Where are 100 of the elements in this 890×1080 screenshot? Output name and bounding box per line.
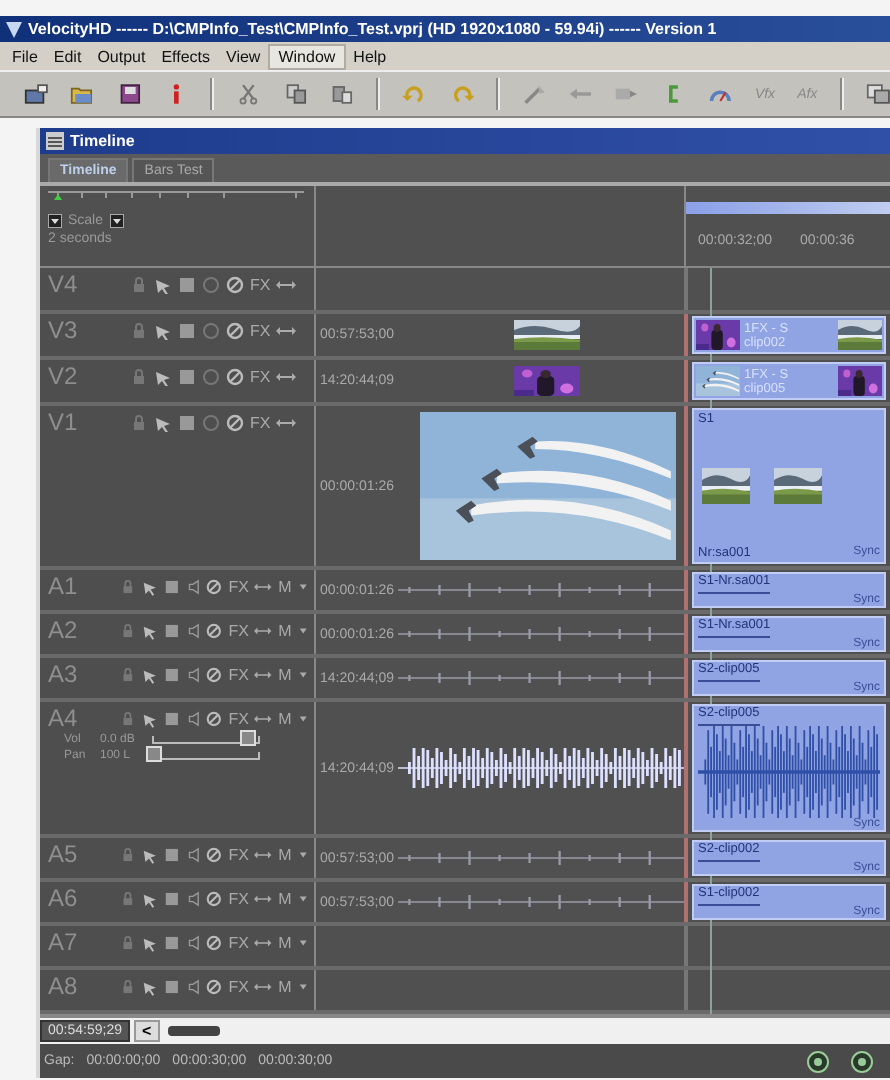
lock-icon[interactable] [120,845,136,863]
no-entry-icon[interactable] [226,321,244,339]
double-arrow-icon[interactable] [276,321,297,339]
speaker-icon[interactable] [185,665,201,683]
no-entry-icon[interactable] [206,845,223,863]
pointer-icon[interactable] [154,413,172,431]
pointer-icon[interactable] [141,933,158,951]
pointer-icon[interactable] [141,709,158,727]
lock-icon[interactable] [130,367,148,385]
fx-toggle[interactable]: FX [250,367,271,385]
lock-icon[interactable] [120,665,136,683]
mode-toggle[interactable]: M [278,845,292,863]
fx-toggle[interactable]: FX [228,977,249,995]
mode-toggle[interactable]: M [278,933,292,951]
fx-toggle[interactable]: FX [228,845,249,863]
no-entry-icon[interactable] [206,709,223,727]
paste-icon[interactable] [329,82,355,106]
no-entry-icon[interactable] [206,977,223,995]
square-icon[interactable] [178,367,196,385]
fx-toggle[interactable]: FX [228,709,249,727]
pointer-icon[interactable] [141,845,158,863]
circle-icon[interactable] [202,321,220,339]
copy-icon[interactable] [283,82,308,106]
mode-toggle[interactable]: M [278,621,292,639]
speaker-icon[interactable] [185,889,201,907]
disc-icon[interactable] [806,1049,830,1073]
scroll-back-button[interactable]: < [133,1020,160,1042]
circle-icon[interactable] [202,413,220,431]
no-entry-icon[interactable] [226,275,244,293]
pointer-icon[interactable] [141,977,158,995]
scroll-thumb[interactable] [167,1026,220,1036]
fx-toggle[interactable]: FX [250,321,271,339]
wand-icon[interactable] [521,82,547,106]
disc-icon[interactable] [850,1049,874,1073]
menu-item[interactable]: File [4,45,46,67]
no-entry-icon[interactable] [206,577,223,595]
menu-item[interactable]: Output [89,45,154,67]
slider-thumb[interactable] [146,746,162,762]
lock-icon[interactable] [130,413,148,431]
lock-icon[interactable] [130,321,148,339]
no-entry-icon[interactable] [206,889,223,907]
menu-item[interactable]: Effects [153,45,219,67]
lock-icon[interactable] [120,621,136,639]
lock-icon[interactable] [120,709,136,727]
fx-toggle[interactable]: FX [228,577,249,595]
pointer-icon[interactable] [141,577,158,595]
lock-icon[interactable] [120,933,136,951]
pointer-icon[interactable] [141,665,158,683]
square-icon[interactable] [163,621,180,639]
menu-item[interactable]: View [218,45,269,67]
dropdown-icon[interactable] [48,214,62,228]
scissors-icon[interactable] [236,82,262,106]
menu-item[interactable]: Help [345,45,395,67]
fx-toggle[interactable]: FX [228,933,249,951]
save-icon[interactable] [117,82,143,106]
double-arrow-icon[interactable] [276,275,297,293]
square-icon[interactable] [163,933,180,951]
pointer-icon[interactable] [154,367,172,385]
no-entry-icon[interactable] [206,933,223,951]
fx-toggle[interactable]: FX [250,275,271,293]
mode-toggle[interactable]: M [278,977,292,995]
folder-icon[interactable] [70,82,96,106]
speaker-icon[interactable] [185,977,201,995]
fx-toggle[interactable]: FX [228,665,249,683]
lock-icon[interactable] [120,977,136,995]
speaker-icon[interactable] [185,709,201,727]
speaker-icon[interactable] [185,933,201,951]
mode-toggle[interactable]: M [278,709,292,727]
slider-thumb[interactable] [239,730,256,746]
dropdown-icon[interactable] [109,214,124,228]
fx-toggle[interactable]: FX [228,889,249,907]
pointer-icon[interactable] [141,889,158,907]
no-entry-icon[interactable] [206,621,223,639]
playhead-line[interactable] [710,268,712,1014]
lock-icon[interactable] [120,577,136,595]
slider[interactable] [152,752,260,760]
double-arrow-icon[interactable] [276,367,297,385]
menu-item[interactable]: Window [268,43,346,69]
no-entry-icon[interactable] [206,665,223,683]
square-icon[interactable] [178,321,196,339]
pointer-icon[interactable] [154,275,172,293]
window-icon[interactable] [865,82,890,106]
fx-toggle[interactable]: FX [228,621,249,639]
square-icon[interactable] [163,977,180,995]
square-icon[interactable] [163,577,180,595]
mode-toggle[interactable]: M [278,665,292,683]
mode-toggle[interactable]: M [278,577,292,595]
speaker-icon[interactable] [185,577,201,595]
pointer-icon[interactable] [154,321,172,339]
speaker-icon[interactable] [185,621,201,639]
square-icon[interactable] [163,889,180,907]
circle-icon[interactable] [202,275,220,293]
mode-toggle[interactable]: M [278,889,292,907]
double-arrow-icon[interactable] [276,413,297,431]
pointer-icon[interactable] [141,621,158,639]
fx-toggle[interactable]: FX [250,413,271,431]
menu-item[interactable]: Edit [45,45,90,67]
circle-icon[interactable] [202,367,220,385]
no-entry-icon[interactable] [226,413,244,431]
lock-icon[interactable] [130,275,148,293]
